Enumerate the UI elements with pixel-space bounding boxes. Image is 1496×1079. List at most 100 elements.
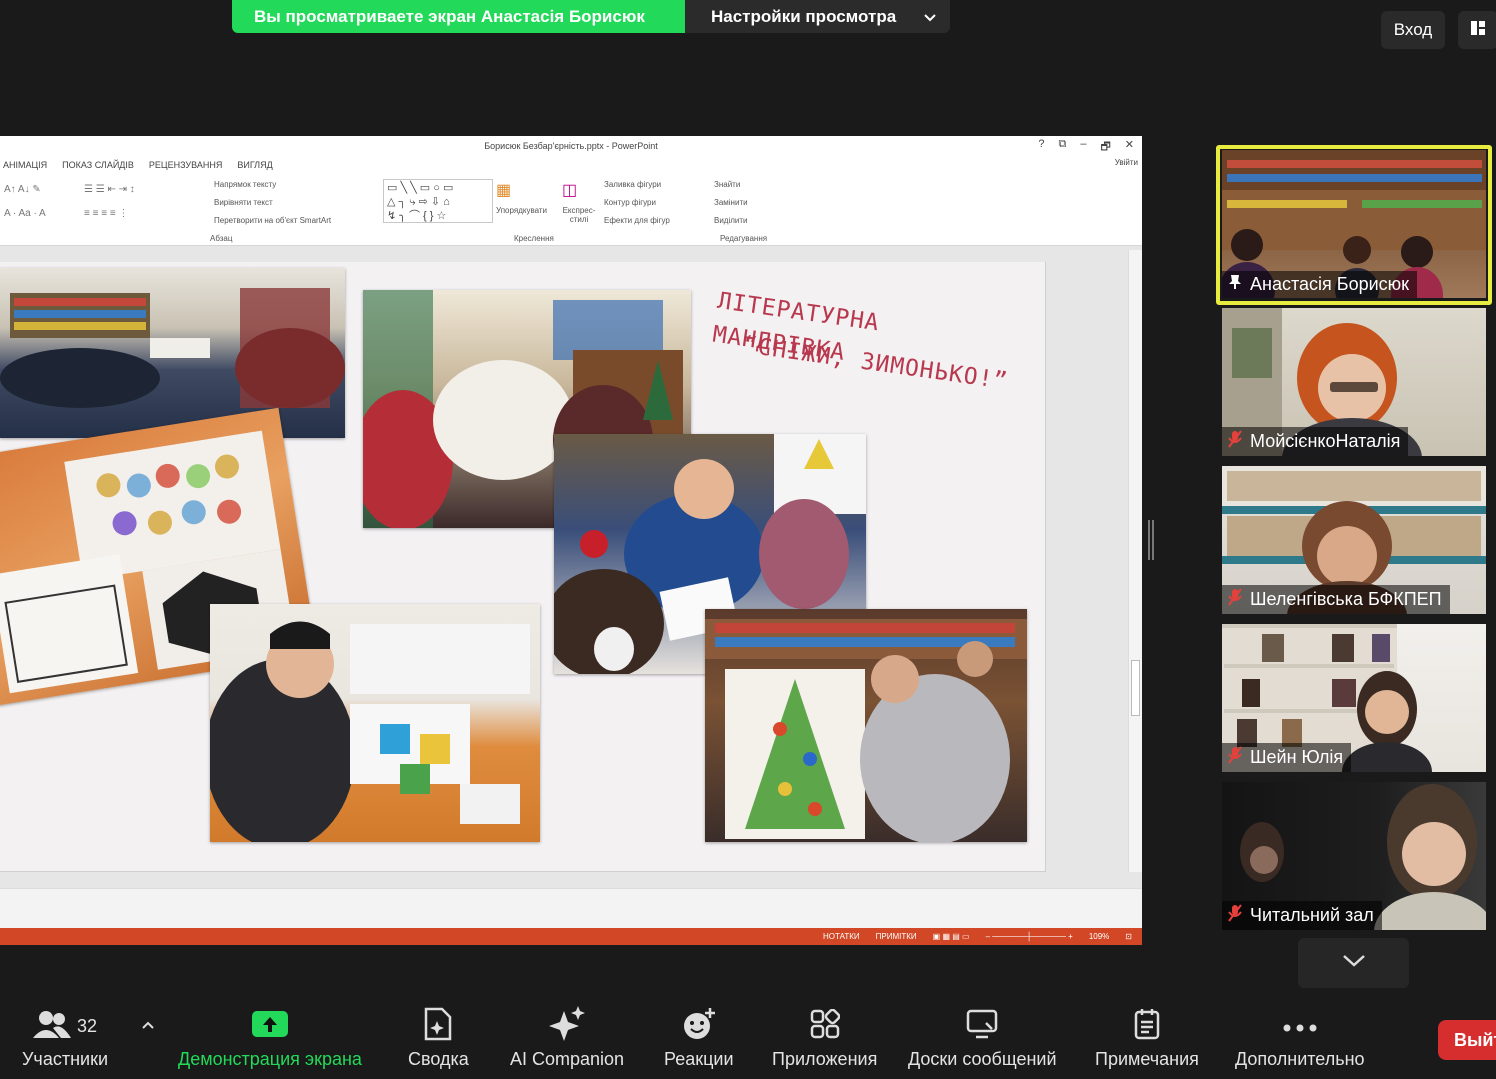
- view-options-label: Настройки просмотра: [711, 6, 897, 26]
- mic-muted-icon: [1228, 746, 1242, 769]
- arrange-icon: ▦: [496, 182, 512, 199]
- select-label: Виділити: [714, 216, 748, 225]
- participant-name: МойсієнкоНаталія: [1250, 431, 1401, 451]
- apps-button[interactable]: Приложения: [772, 1007, 877, 1070]
- summary-icon: [423, 1007, 453, 1046]
- shape-outline-label: Контур фігури: [604, 198, 656, 207]
- participants-button[interactable]: 32 Участники: [22, 1007, 108, 1070]
- video-tile-2[interactable]: Шеленгівська БФКПЕП: [1222, 466, 1486, 614]
- summary-button[interactable]: Сводка: [408, 1007, 469, 1070]
- video-tile-3[interactable]: Шейн Юлія: [1222, 624, 1486, 772]
- mic-muted-icon: [1228, 588, 1242, 611]
- smartart-label: Перетворити на об'єкт SmartArt: [214, 216, 332, 225]
- tab-slideshow: ПОКАЗ СЛАЙДІВ: [62, 160, 134, 170]
- more-label: Дополнительно: [1235, 1049, 1365, 1069]
- photo-tree-decorating: [705, 609, 1027, 842]
- shape-fill-label: Заливка фігури: [604, 180, 662, 189]
- align-icons: ≡ ≡ ≡ ≡ ⋮: [84, 208, 129, 219]
- slide: ЛІТЕРАТУРНА МАНДРІВКА “СНІЖИ, ЗИМОНЬКО!”: [0, 262, 1046, 872]
- photo-library-event: [0, 268, 345, 438]
- whiteboard-icon: [966, 1009, 998, 1044]
- participant-name-tag: Читальний зал: [1222, 901, 1382, 930]
- chevron-up-icon: [141, 1017, 155, 1034]
- ppt-ribbon: A↑ A↓ ✎ A · Aa · A ☰ ☰ ⇤ ⇥ ↕ ≡ ≡ ≡ ≡ ⋮ Н…: [0, 174, 1142, 246]
- find-label: Знайти: [714, 180, 741, 189]
- ai-companion-label: AI Companion: [510, 1049, 625, 1069]
- participant-name: Читальний зал: [1250, 905, 1374, 925]
- mic-muted-icon: [1228, 430, 1242, 453]
- paragraph-group-label: Абзац: [210, 234, 233, 243]
- close-icon: ✕: [1124, 139, 1134, 151]
- participants-label: Участники: [22, 1049, 108, 1069]
- ppt-window-controls: ? ⧉ – 🗗 ✕: [1038, 138, 1134, 157]
- whiteboards-button[interactable]: Доски сообщений: [908, 1007, 1057, 1070]
- ribbon-tabs: АНІМАЦІЯ ПОКАЗ СЛАЙДІВ РЕЦЕНЗУВАННЯ ВИГЛ…: [0, 156, 285, 174]
- font-controls-icon: A↑ A↓ ✎: [4, 184, 41, 195]
- ppt-status-bar: НОТАТКИ ПРИМІТКИ ▣ ▦ ▤ ▭ – ──────┼──────…: [0, 928, 1142, 945]
- notes-button[interactable]: Примечания: [1095, 1007, 1199, 1070]
- participant-name-tag: Шейн Юлія: [1222, 743, 1352, 772]
- more-dots-icon: [1283, 1016, 1317, 1037]
- tab-animation: АНІМАЦІЯ: [3, 160, 48, 170]
- enter-button[interactable]: Вход: [1381, 11, 1445, 49]
- zoom-slider: – ──────┼────── +: [985, 932, 1073, 941]
- align-text-label: Вирівняти текст: [214, 198, 273, 207]
- replace-label: Замінити: [714, 198, 748, 207]
- active-speaker-frame: [1216, 145, 1492, 305]
- participant-name-tag: Шеленгівська БФКПЕП: [1222, 585, 1450, 614]
- notes-label: Примечания: [1095, 1049, 1199, 1069]
- tab-review: РЕЦЕНЗУВАННЯ: [148, 160, 223, 170]
- comments-status: ПРИМІТКИ: [875, 932, 917, 941]
- video-tile-4[interactable]: Читальний зал: [1222, 782, 1486, 930]
- list-icons: ☰ ☰ ⇤ ⇥ ↕: [84, 184, 135, 195]
- quick-styles-label: Експрес-стилі: [562, 206, 596, 224]
- meeting-toolbar: 32 Участники Демонстрация экрана Сводка: [0, 995, 1496, 1079]
- participants-options-chevron[interactable]: [141, 1017, 155, 1035]
- photo-young-man-crafting: [210, 604, 540, 842]
- ribbon-display-icon: ⧉: [1058, 138, 1067, 150]
- quick-styles-icon: ◫: [562, 182, 578, 199]
- zoom-level: 109%: [1088, 932, 1110, 941]
- editing-group-label: Редагування: [720, 234, 768, 243]
- participants-icon: [32, 1010, 71, 1043]
- participants-count: 32: [76, 1015, 98, 1036]
- apps-label: Приложения: [772, 1049, 878, 1069]
- vertical-scrollbar: [1128, 250, 1142, 872]
- ppt-window-title: Борисюк Безбар'єрність.pptx - PowerPoint: [484, 141, 658, 151]
- apps-icon: [810, 1008, 840, 1044]
- video-tile-1[interactable]: МойсієнкоНаталія: [1222, 308, 1486, 456]
- participant-name: Шеленгівська БФКПЕП: [1250, 589, 1442, 609]
- sparkle-icon: [548, 1005, 586, 1048]
- notes-area: [0, 888, 1142, 928]
- layout-grid-icon: [1470, 20, 1486, 41]
- restore-icon: 🗗: [1100, 141, 1111, 153]
- chevron-down-icon: [1342, 954, 1366, 973]
- drawing-group-label: Креслення: [514, 234, 554, 243]
- more-button[interactable]: Дополнительно: [1235, 1007, 1365, 1070]
- panel-splitter[interactable]: [1148, 520, 1154, 560]
- view-options-button[interactable]: Настройки просмотра: [685, 0, 950, 33]
- chevron-down-icon: [924, 7, 936, 27]
- reactions-button[interactable]: Реакции: [664, 1007, 734, 1070]
- mic-muted-icon: [1228, 904, 1242, 927]
- help-icon: ?: [1038, 138, 1045, 150]
- arrange-label: Упорядкувати: [496, 206, 548, 215]
- viewing-screen-label: Вы просматриваете экран Анастасія Борисю…: [232, 0, 685, 33]
- view-layout-button[interactable]: [1458, 11, 1496, 49]
- smiley-plus-icon: [682, 1007, 716, 1046]
- shared-screen: Борисюк Безбар'єрність.pptx - PowerPoint…: [0, 136, 1142, 945]
- fit-slide-icon: ⊡: [1125, 932, 1132, 941]
- minimize-icon: –: [1080, 138, 1087, 150]
- participant-name: Шейн Юлія: [1250, 747, 1344, 767]
- share-screen-icon: [251, 1010, 289, 1043]
- next-videos-button[interactable]: [1298, 938, 1409, 988]
- reactions-label: Реакции: [664, 1049, 734, 1069]
- tab-view: ВИГЛЯД: [237, 160, 273, 170]
- ai-companion-button[interactable]: AI Companion: [510, 1005, 625, 1070]
- share-screen-button[interactable]: Демонстрация экрана: [178, 1007, 362, 1070]
- text-direction-label: Напрямок тексту: [214, 180, 277, 189]
- shapes-gallery: ▭ ╲ ╲ ▭ ○ ▭ △ ┐ ⤷ ⇨ ⇩ ⌂ ↯ ╮ ⌒ { } ☆: [383, 179, 493, 223]
- view-icons: ▣ ▦ ▤ ▭: [932, 932, 970, 941]
- leave-button[interactable]: Выйт: [1438, 1020, 1496, 1060]
- summary-label: Сводка: [408, 1049, 469, 1069]
